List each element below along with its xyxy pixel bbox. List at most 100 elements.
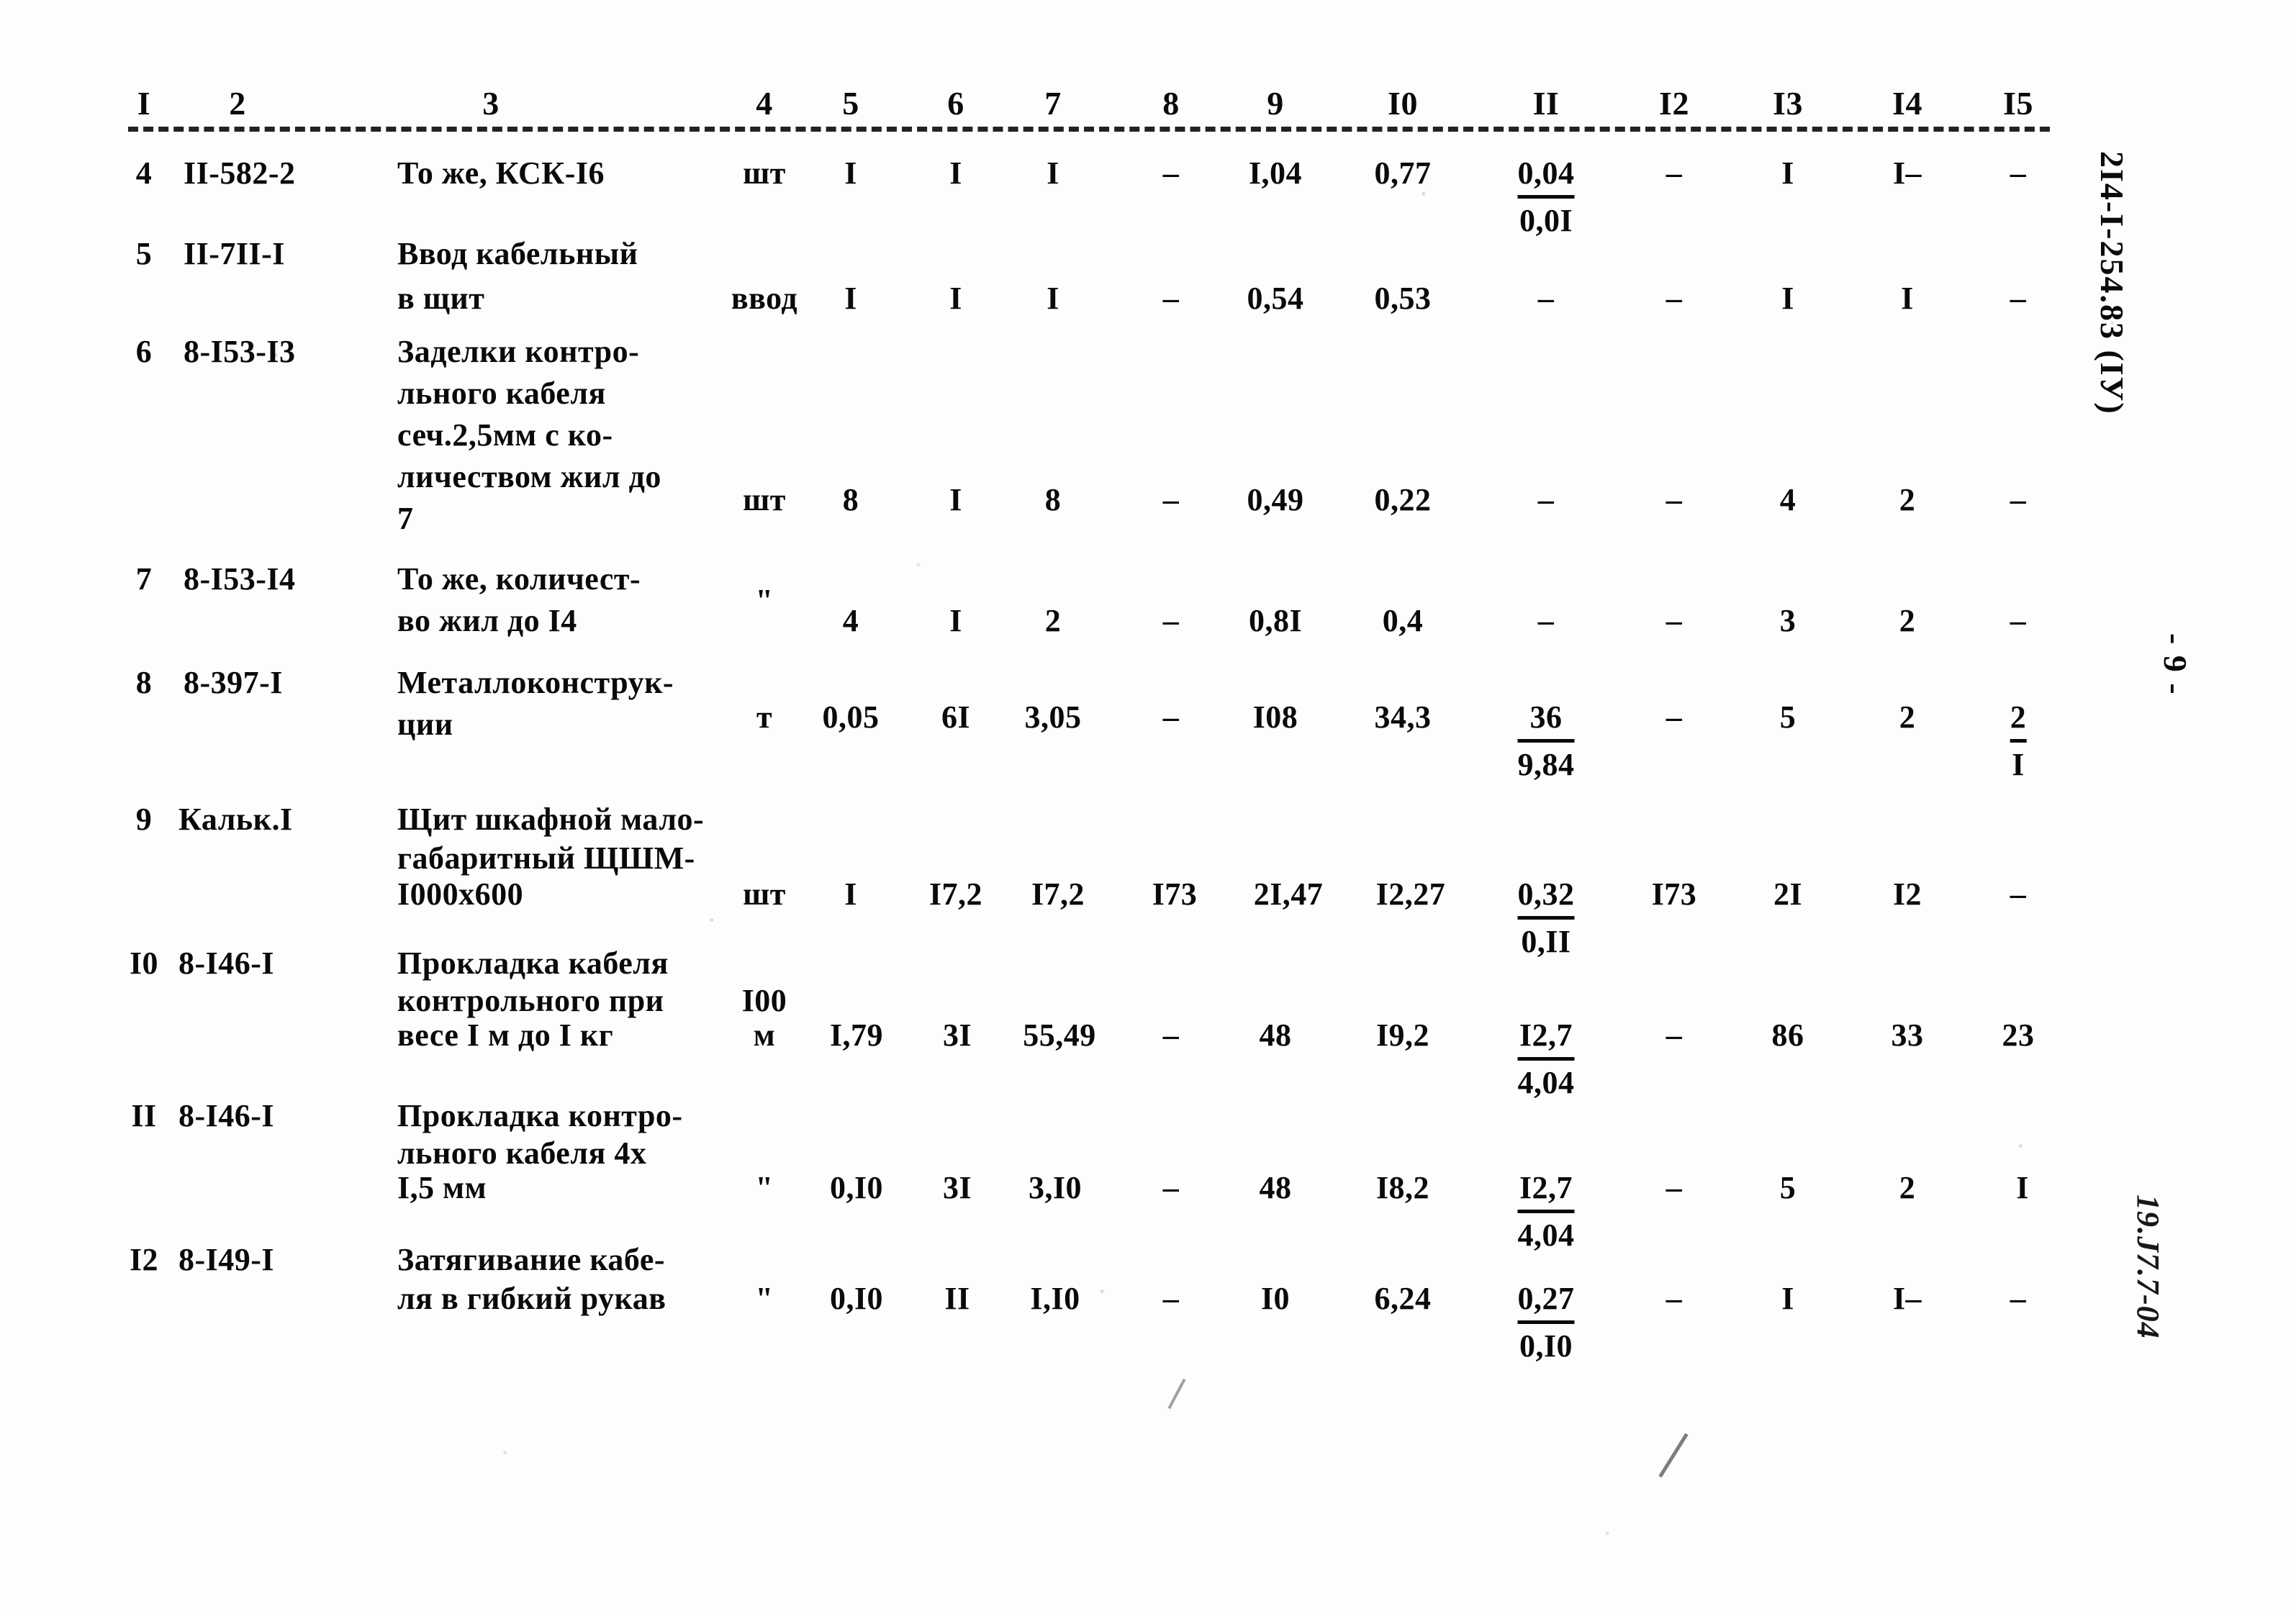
row-number: 4 [135,155,153,191]
row-col14: 33 [1891,1017,1924,1053]
row-number: 9 [135,802,153,837]
row-col15: – [2010,1281,2027,1316]
table-row: I0 8-I46-I Прокладка кабеля контрольного… [0,943,2296,1100]
table-body: 4 II-582-2 То же, КСК-I6 шт I I I – I,04… [0,141,2296,1383]
column-number-11: II [1532,85,1560,122]
row-col5: I [844,281,857,316]
row-unit: " [755,1170,774,1205]
row-code: 8-I46-I [178,946,275,981]
row-col15: I [2016,1170,2029,1205]
document-code-margin-note: 2I4-I-254.83 (IУ) [2094,151,2130,415]
column-number-4: 4 [756,85,773,122]
row-col13: I [1781,281,1794,316]
row-col12: – [1665,1017,1683,1053]
row-col6: I [949,603,962,638]
table-row: II 8-I46-I Прокладка контро- льного кабе… [0,1095,2296,1253]
row-col8: – [1162,281,1180,316]
row-name-line: Прокладка контро- [397,1098,683,1133]
table-row: I2 8-I49-I Затягивание кабе- ля в гибкий… [0,1239,2296,1383]
row-col6: 6I [941,699,971,735]
row-code: 8-I53-I3 [184,334,296,369]
row-col8: – [1162,1017,1180,1053]
row-col5: 0,I0 [829,1281,884,1316]
row-col7: 3,05 [1024,699,1082,735]
row-col8: – [1162,1170,1180,1205]
table-row: 4 II-582-2 То же, КСК-I6 шт I I I – I,04… [0,141,2296,238]
row-col9: I08 [1252,699,1298,735]
row-col13: I [1781,1281,1794,1316]
row-col6: II [944,1281,970,1316]
row-col6: I7,2 [928,876,983,912]
row-name-line: Заделки контро- [397,334,640,369]
row-col11-bottom: 9,84 [1517,747,1575,782]
row-code: II-7II-I [184,236,285,271]
column-number-8: 8 [1162,85,1180,122]
row-col11-fraction: 0,04 0,0I [1517,153,1575,242]
row-name-line: сеч.2,5мм с ко- [397,417,613,453]
row-col7: 3,I0 [1028,1170,1083,1205]
table-header-column-numbers: I 2 3 4 5 6 7 8 9 I0 II I2 I3 I4 I5 [0,85,2296,131]
table-row: 7 8-I53-I4 То же, количест- во жил до I4… [0,558,2296,662]
row-col15: – [2010,603,2027,638]
row-col5: 0,05 [822,699,880,735]
row-col15-fraction: 2 I [2010,697,2027,786]
row-col12: – [1665,281,1683,316]
row-col11: – [1537,482,1555,517]
row-number: II [131,1098,157,1133]
row-code: 8-397-I [184,665,283,700]
row-col11-bottom: 0,I0 [1519,1328,1573,1364]
row-name-line: 7 [397,501,414,536]
header-separator-rule [128,127,2050,132]
row-number: 8 [135,665,153,700]
row-name-line: весе I м до I кг [397,1017,614,1053]
row-col9: 0,54 [1247,281,1304,316]
row-name-line: ля в гибкий рукав [397,1281,666,1316]
row-col11-fraction: 36 9,84 [1517,697,1575,786]
row-unit: шт [743,876,786,912]
row-col10: I9,2 [1375,1017,1430,1053]
row-col7: 8 [1044,482,1062,517]
row-col13: 5 [1779,699,1796,735]
row-col7: I [1047,281,1059,316]
row-col15: – [2010,482,2027,517]
row-name-line: льного кабеля [397,376,606,411]
row-col9: I,04 [1248,155,1303,191]
column-number-2: 2 [229,85,246,122]
row-col9: 0,49 [1247,482,1304,517]
row-name-line: I000х600 [397,876,524,912]
row-col6: 3I [942,1170,972,1205]
row-col11: – [1537,603,1555,638]
row-col10: 0,4 [1382,603,1424,638]
row-number: 6 [135,334,153,369]
row-col14: 2 [1899,699,1916,735]
table-row: 5 II-7II-I Ввод кабельный в щит ввод I I… [0,233,2296,331]
row-col13: 2I [1773,876,1803,912]
row-col7: I [1047,155,1059,191]
row-col11-top: I2,7 [1517,1015,1575,1061]
row-unit: шт [743,482,786,517]
row-col12: – [1665,482,1683,517]
row-name-line: То же, количест- [397,561,641,597]
row-col5: I,79 [829,1017,884,1053]
row-col10: 34,3 [1374,699,1432,735]
row-name-line: Металлоконструк- [397,665,674,700]
row-col8: – [1162,1281,1180,1316]
row-col5: I [844,876,857,912]
row-col6: I [949,155,962,191]
row-code: II-582-2 [184,155,296,191]
row-unit: " [755,583,774,618]
column-number-13: I3 [1773,85,1803,122]
row-col8: I73 [1152,876,1198,912]
table-row: 6 8-I53-I3 Заделки контро- льного кабеля… [0,331,2296,558]
row-col12: – [1665,1281,1683,1316]
row-col12: – [1665,699,1683,735]
row-col5: 0,I0 [829,1170,884,1205]
row-col5: 8 [842,482,859,517]
row-col8: – [1162,155,1180,191]
row-col13: 4 [1779,482,1796,517]
row-code: Кальк.I [178,802,293,837]
row-col10: I2,27 [1375,876,1446,912]
row-unit: ввод [731,281,798,316]
row-col11-top: 36 [1517,697,1575,743]
row-col10: I8,2 [1375,1170,1430,1205]
